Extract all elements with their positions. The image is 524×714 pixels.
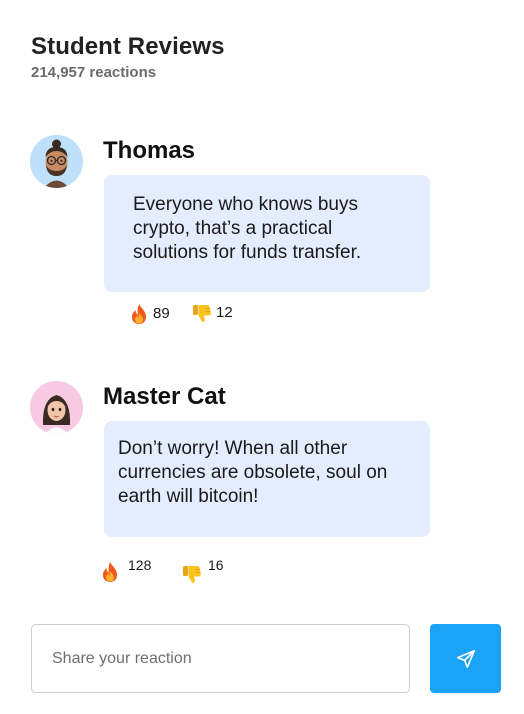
review-message-text: Don’t worry! When all other currencies a… [118,438,388,507]
thumbs-down-icon [193,305,211,322]
reaction-input-box[interactable] [31,624,410,693]
thumbs-down-reaction[interactable]: 12 [191,302,233,324]
reaction-input[interactable] [32,625,382,692]
fire-icon [103,562,117,582]
review-message-text: Everyone who knows buys crypto, that’s a… [133,194,362,263]
thumbs-down-reaction[interactable]: 16 [181,557,224,585]
fire-reaction[interactable]: 89 [128,303,170,325]
review-message: Don’t worry! When all other currencies a… [104,421,430,537]
review-author: Master Cat [103,383,226,410]
avatar[interactable] [30,135,83,188]
review-item: Master Cat Don’t worry! When all other c… [30,381,500,591]
avatar[interactable] [30,381,83,434]
send-button[interactable] [430,624,501,693]
page-header: Student Reviews 214,957 reactions [31,33,225,81]
thumbs-down-count: 16 [208,557,224,573]
memoji-man-glasses-icon [30,135,83,188]
review-author: Thomas [103,137,196,164]
thumbs-down-count: 12 [216,304,233,321]
fire-count: 128 [128,557,152,573]
memoji-woman-icon [30,381,83,434]
send-icon [456,649,475,668]
fire-count: 89 [153,305,170,322]
review-item: Thomas Everyone who knows buys crypto, t… [30,135,500,325]
thumbs-down-icon [183,566,201,583]
fire-icon [132,304,146,324]
page-title: Student Reviews [31,33,225,60]
fire-reaction[interactable]: 128 [99,557,151,583]
review-message: Everyone who knows buys crypto, that’s a… [104,175,430,292]
reactions-count: 214,957 reactions [31,64,157,81]
